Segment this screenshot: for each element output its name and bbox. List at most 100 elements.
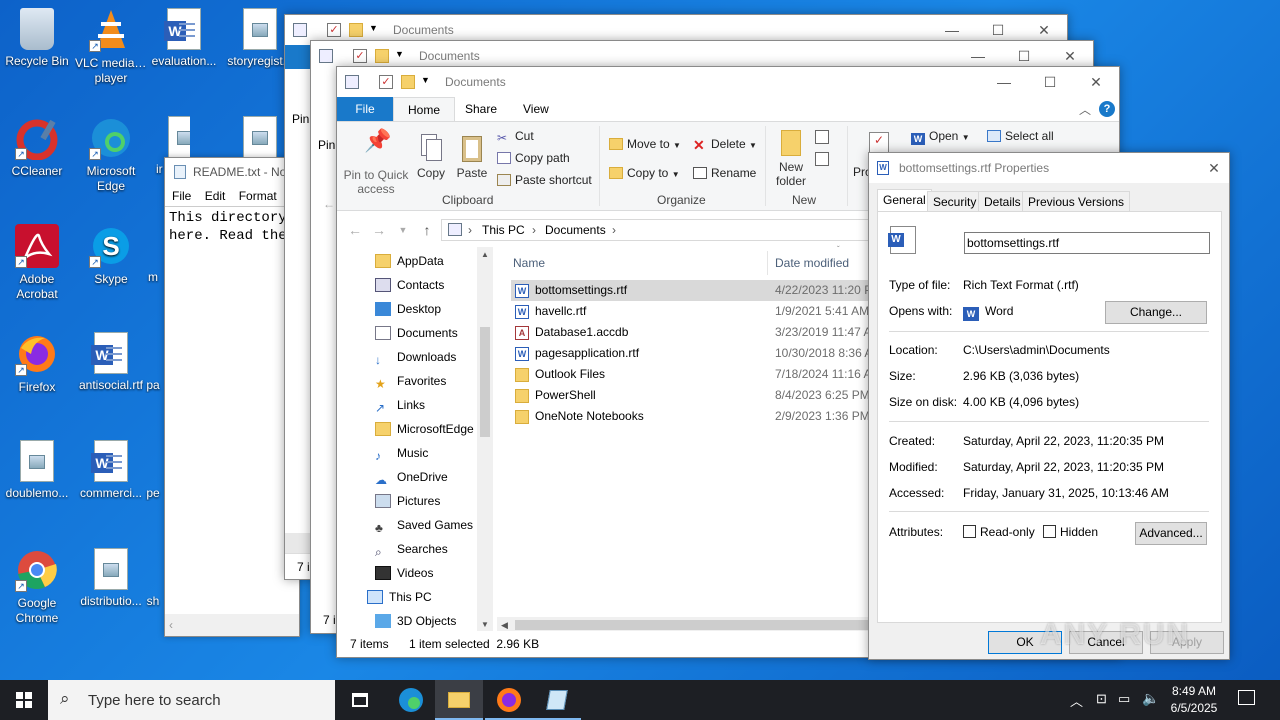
hidden-checkbox[interactable]: Hidden xyxy=(1043,525,1098,539)
nav-item-saved-games[interactable]: ♣ Saved Games xyxy=(375,513,473,537)
pin-quick-access-button[interactable]: 📌 Pin to Quick access xyxy=(341,130,411,197)
notepad-menu-edit[interactable]: Edit xyxy=(205,189,226,203)
tab-home[interactable]: Home xyxy=(393,97,456,121)
scroll-thumb[interactable] xyxy=(480,327,490,437)
collapse-ribbon-icon[interactable]: ︿ xyxy=(1079,101,1091,118)
network-icon[interactable]: ⊡ xyxy=(1096,691,1107,707)
new-item-icon[interactable] xyxy=(815,130,829,144)
nav-item-appdata[interactable]: AppData xyxy=(375,249,444,273)
tab-view[interactable]: View xyxy=(509,97,563,121)
change-button[interactable]: Change... xyxy=(1105,301,1207,324)
desktop-icon-skype[interactable]: S ↗ Skype xyxy=(75,224,147,287)
task-view-button[interactable] xyxy=(336,680,384,720)
move-to-button[interactable]: Move to ▼ xyxy=(609,136,681,154)
nav-item-contacts[interactable]: Contacts xyxy=(375,273,444,297)
notepad-text-area[interactable]: This directory here. Read the xyxy=(165,206,299,614)
taskbar-search-box[interactable]: ⌕ Type here to search xyxy=(48,680,335,720)
nav-item-links[interactable]: ↗ Links xyxy=(375,393,425,417)
volume-icon[interactable]: 🔈 xyxy=(1142,690,1159,707)
tab-security[interactable]: Security xyxy=(927,191,983,211)
tab-general[interactable]: General xyxy=(877,189,932,212)
delete-button[interactable]: ✕ Delete ▼ xyxy=(693,136,757,154)
desktop-icon-acrobat[interactable]: ↗ Adobe Acrobat xyxy=(1,224,73,302)
properties-titlebar[interactable]: W bottomsettings.rtf Properties ✕ xyxy=(869,153,1229,183)
tab-file[interactable]: File xyxy=(337,97,393,121)
breadcrumb-this-pc[interactable]: This PC xyxy=(482,220,525,240)
taskbar-file-explorer[interactable] xyxy=(435,680,483,720)
copy-path-button[interactable]: Copy path xyxy=(497,150,570,166)
file-row[interactable]: PowerShell 8/4/2023 6:25 PM xyxy=(511,385,871,406)
nav-item-microsoftedge[interactable]: MicrosoftEdge xyxy=(375,417,474,441)
desktop-icon-commerci[interactable]: W commerci... xyxy=(75,440,147,501)
back-button[interactable]: ← xyxy=(345,219,365,241)
filename-field[interactable]: bottomsettings.rtf xyxy=(964,232,1210,254)
file-row[interactable]: Whavellc.rtf 1/9/2021 5:41 AM xyxy=(511,301,871,322)
nav-item-onedrive[interactable]: ☁ OneDrive xyxy=(375,465,448,489)
explorer-titlebar[interactable]: ✓ ▼ Documents — ☐ ✕ xyxy=(337,67,1119,97)
tab-previous-versions[interactable]: Previous Versions xyxy=(1022,191,1131,211)
file-row[interactable]: Outlook Files 7/18/2024 11:16 AI xyxy=(511,364,875,385)
nav-item-pictures[interactable]: Pictures xyxy=(375,489,440,513)
properties-dialog[interactable]: W bottomsettings.rtf Properties ✕ Genera… xyxy=(868,152,1230,660)
nav-item-searches[interactable]: ⌕ Searches xyxy=(375,537,448,561)
new-folder-qa-icon[interactable] xyxy=(401,75,415,89)
easy-access-icon[interactable] xyxy=(815,152,829,166)
desktop-icon-recycle-bin[interactable]: Recycle Bin xyxy=(1,8,73,69)
nav-item-documents[interactable]: Documents xyxy=(375,321,458,345)
copy-button[interactable]: Copy xyxy=(413,132,449,180)
desktop-icon-evaluation[interactable]: W evaluation... xyxy=(148,8,220,69)
notepad-window[interactable]: README.txt - No File Edit Format This di… xyxy=(164,157,300,637)
advanced-button[interactable]: Advanced... xyxy=(1135,522,1207,545)
close-icon[interactable]: ✕ xyxy=(1199,153,1229,183)
desktop-icon-distributio[interactable]: distributio... xyxy=(75,548,147,609)
recent-locations-button[interactable]: ▼ xyxy=(393,219,413,241)
show-hidden-icons-chevron[interactable]: ︿ xyxy=(1070,691,1083,710)
navigation-pane[interactable]: AppData Contacts Desktop Documents ↓ Down… xyxy=(337,247,493,633)
desktop-icon-chrome[interactable]: ↗ Google Chrome xyxy=(1,548,73,626)
nav-item-desktop[interactable]: Desktop xyxy=(375,297,441,321)
desktop-icon-antisocial[interactable]: W antisocial.rtf xyxy=(75,332,147,393)
desktop-icon-doublemo[interactable]: doublemo... xyxy=(1,440,73,501)
maximize-button[interactable]: ☐ xyxy=(1027,67,1073,97)
desktop-icon-ccleaner[interactable]: ↗ CCleaner xyxy=(1,116,73,179)
minimize-button[interactable]: — xyxy=(981,67,1027,97)
customize-qa-dropdown-icon[interactable]: ▼ xyxy=(421,75,430,85)
taskbar-firefox[interactable] xyxy=(485,680,533,720)
file-row[interactable]: Wpagesapplication.rtf 10/30/2018 8:36 AI xyxy=(511,343,876,364)
new-folder-button[interactable]: New folder xyxy=(771,130,811,188)
help-icon[interactable]: ? xyxy=(1099,101,1115,117)
copy-to-button[interactable]: Copy to ▼ xyxy=(609,165,680,183)
notification-center-icon[interactable] xyxy=(1238,690,1255,705)
nav-item-favorites[interactable]: ★ Favorites xyxy=(375,369,446,393)
notepad-hscroll[interactable]: ‹ xyxy=(165,614,299,636)
nav-item-downloads[interactable]: ↓ Downloads xyxy=(375,345,456,369)
nav-item-videos[interactable]: Videos xyxy=(375,561,433,585)
properties-qa-icon[interactable]: ✓ xyxy=(379,75,393,89)
readonly-checkbox[interactable]: Read-only xyxy=(963,525,1035,539)
rename-button[interactable]: Rename xyxy=(693,165,756,181)
open-button[interactable]: W Open ▼ xyxy=(911,128,970,146)
paste-button[interactable]: Paste xyxy=(453,132,491,180)
nav-pane-scrollbar[interactable]: ▲ ▼ xyxy=(477,247,493,633)
forward-button[interactable]: → xyxy=(369,219,389,241)
file-row[interactable]: OneNote Notebooks 2/9/2023 1:36 PM xyxy=(511,406,871,427)
notepad-menu-file[interactable]: File xyxy=(172,189,191,203)
column-header-name[interactable]: Name xyxy=(513,251,545,275)
tab-share[interactable]: Share xyxy=(451,97,511,121)
file-row[interactable]: Wbottomsettings.rtf 4/22/2023 11:20 PI xyxy=(511,280,876,301)
desktop-icon-vlc[interactable]: ↗ VLC media playerplayer xyxy=(75,8,147,86)
taskbar-notepad[interactable] xyxy=(533,680,581,720)
taskbar-edge[interactable] xyxy=(387,680,435,720)
notepad-menu-format[interactable]: Format xyxy=(239,189,277,203)
column-header-date[interactable]: Date modified xyxy=(775,251,849,275)
breadcrumb-documents[interactable]: Documents xyxy=(545,220,606,240)
start-button[interactable] xyxy=(0,680,48,720)
select-all-button[interactable]: Select all xyxy=(987,128,1054,144)
wired-network-icon[interactable]: ▭ xyxy=(1118,691,1130,707)
nav-item-music[interactable]: ♪ Music xyxy=(375,441,428,465)
cut-button[interactable]: ✂ Cut xyxy=(497,128,534,145)
close-button[interactable]: ✕ xyxy=(1073,67,1119,97)
file-row[interactable]: A Database1.accdb 3/23/2019 11:47 AI xyxy=(511,322,875,343)
desktop-icon-firefox[interactable]: ↗ Firefox xyxy=(1,332,73,395)
up-button[interactable]: ↑ xyxy=(417,219,437,241)
